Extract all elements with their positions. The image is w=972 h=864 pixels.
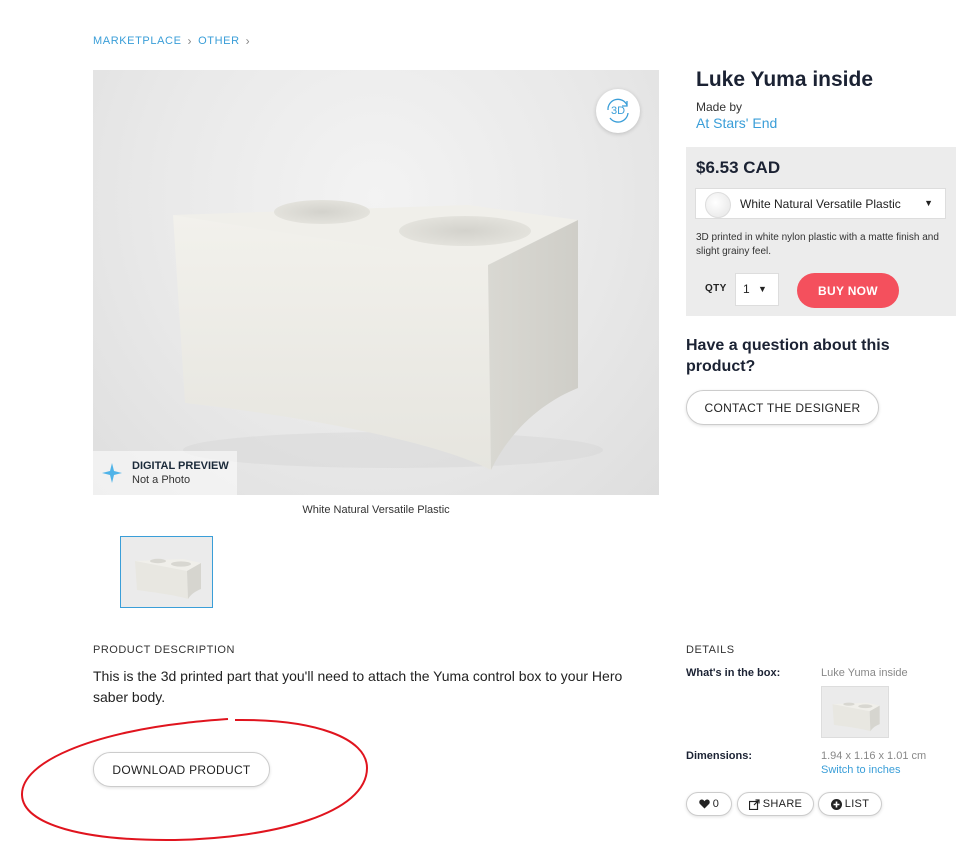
dimensions-value: 1.94 x 1.16 x 1.01 cm <box>821 750 927 762</box>
svg-text:3D: 3D <box>611 105 625 117</box>
details-heading: DETAILS <box>686 644 735 656</box>
digital-preview-badge: DIGITAL PREVIEW Not a Photo <box>93 451 237 495</box>
whats-in-box-value: Luke Yuma inside <box>821 667 908 679</box>
whats-in-box-label: What's in the box: <box>686 667 781 679</box>
breadcrumb: MARKETPLACE › OTHER › <box>93 34 250 48</box>
sparkle-icon <box>102 463 122 483</box>
dimensions-label: Dimensions: <box>686 750 753 762</box>
breadcrumb-other[interactable]: OTHER <box>198 35 240 47</box>
box-item-render <box>822 687 888 737</box>
switch-to-inches-link[interactable]: Switch to inches <box>821 764 900 776</box>
designer-link[interactable]: At Stars' End <box>696 115 777 131</box>
view-3d-button[interactable]: 3D <box>596 89 640 133</box>
download-product-button[interactable]: DOWNLOAD PRODUCT <box>93 752 270 787</box>
share-label: SHARE <box>762 798 803 810</box>
chevron-right-icon: › <box>245 34 251 48</box>
buy-box: $6.53 CAD White Natural Versatile Plasti… <box>686 147 956 316</box>
product-description-heading: PRODUCT DESCRIPTION <box>93 644 235 656</box>
thumbnail-render <box>121 537 212 607</box>
material-select-label: White Natural Versatile Plastic <box>740 197 901 211</box>
quantity-value: 1 <box>743 282 750 296</box>
image-thumbnail[interactable] <box>120 536 213 608</box>
buy-now-button[interactable]: BUY NOW <box>797 273 899 308</box>
share-icon <box>748 798 760 810</box>
digital-preview-subtitle: Not a Photo <box>132 474 191 486</box>
material-description: 3D printed in white nylon plastic with a… <box>696 232 939 257</box>
caret-down-icon: ▼ <box>758 284 767 294</box>
breadcrumb-marketplace[interactable]: MARKETPLACE <box>93 35 182 47</box>
qty-label: QTY <box>705 283 727 294</box>
caret-down-icon: ▼ <box>924 198 933 208</box>
add-to-list-button[interactable]: LIST <box>818 792 882 816</box>
image-caption: White Natural Versatile Plastic <box>302 504 450 516</box>
material-swatch <box>705 192 731 218</box>
heart-icon <box>699 799 710 809</box>
like-count: 0 <box>712 798 720 810</box>
share-button[interactable]: SHARE <box>737 792 814 816</box>
product-render <box>173 200 603 470</box>
like-button[interactable]: 0 <box>686 792 732 816</box>
box-item-thumbnail[interactable] <box>821 686 889 738</box>
product-image-viewer[interactable]: 3D DIGITAL PREVIEW Not a Photo <box>93 70 659 495</box>
material-select[interactable]: White Natural Versatile Plastic ▼ <box>695 188 946 219</box>
list-label: LIST <box>844 798 870 810</box>
made-by-label: Made by <box>696 100 743 114</box>
3d-rotate-icon: 3D <box>607 98 629 123</box>
plus-circle-icon <box>830 798 842 810</box>
digital-preview-title: DIGITAL PREVIEW <box>132 460 229 472</box>
product-description-text: This is the 3d printed part that you'll … <box>93 668 623 705</box>
product-title: Luke Yuma inside <box>696 68 874 91</box>
contact-designer-button[interactable]: CONTACT THE DESIGNER <box>686 390 879 425</box>
price: $6.53 CAD <box>696 158 781 177</box>
quantity-select[interactable]: 1 ▼ <box>735 273 779 306</box>
chevron-right-icon: › <box>187 34 193 48</box>
question-heading: Have a question about this product? <box>686 337 890 375</box>
